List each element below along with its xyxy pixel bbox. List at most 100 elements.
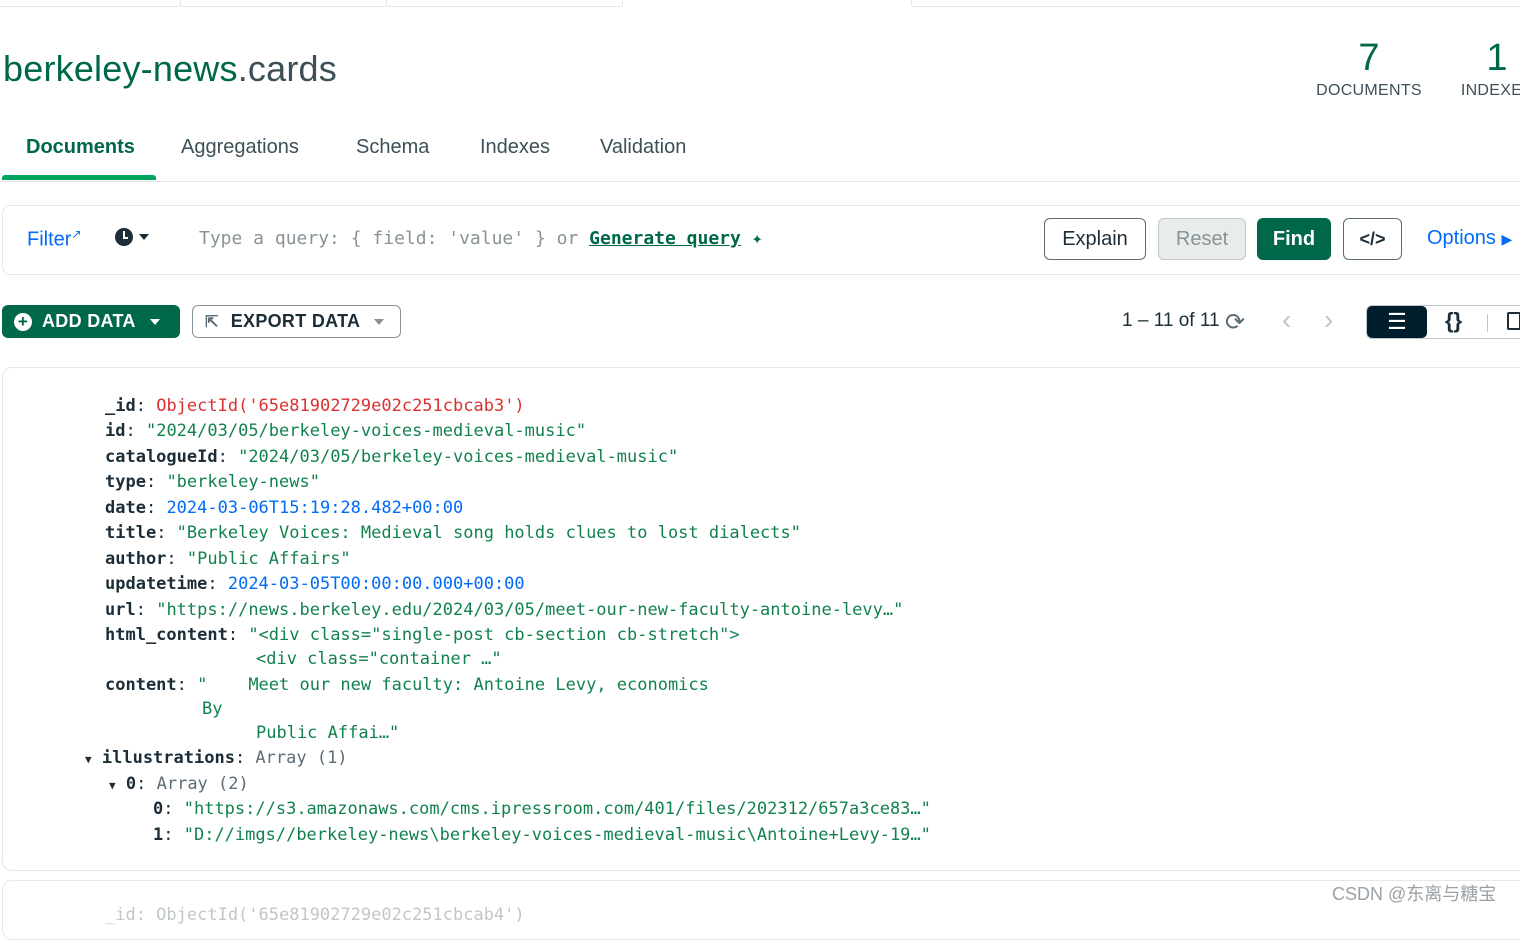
table-view-icon[interactable]	[1507, 312, 1520, 330]
caret-down-icon	[374, 318, 385, 325]
field-key: author	[105, 549, 167, 569]
field-key: url	[105, 600, 136, 620]
field-value[interactable]: " Meet our new faculty: Antoine Levy, ec…	[197, 675, 709, 695]
field-key: 1	[153, 825, 164, 845]
indexes-stat: 1 INDEXES	[1452, 38, 1520, 100]
window-tab[interactable]	[181, 0, 386, 7]
export-data-button[interactable]: ⇱ EXPORT DATA	[192, 305, 401, 338]
field-key: date	[105, 498, 146, 518]
field-row: catalogueId: "2024/03/05/berkeley-voices…	[105, 447, 679, 467]
field-value[interactable]: ObjectId('65e81902729e02c251cbcab3')	[156, 396, 524, 416]
caret-down-icon[interactable]: ▼	[85, 753, 92, 766]
database-name: berkeley-news	[3, 48, 238, 89]
field-value[interactable]: "2024/03/05/berkeley-voices-medieval-mus…	[238, 447, 678, 467]
field-value[interactable]: "<div class="single-post cb-section cb-s…	[248, 625, 739, 645]
field-row: ▼ illustrations: Array (1)	[85, 748, 348, 768]
field-row: content: " Meet our new faculty: Antoine…	[105, 675, 709, 695]
pagination-text: 1 – 11 of 11	[1122, 310, 1220, 331]
code-icon[interactable]: </>	[1343, 218, 1402, 260]
window-tab[interactable]	[0, 0, 180, 7]
field-row: author: "Public Affairs"	[105, 549, 351, 569]
tab-indexes[interactable]: Indexes	[480, 136, 550, 159]
reset-button[interactable]: Reset	[1158, 218, 1246, 260]
document-card: _id: ObjectId('65e81902729e02c251cbcab3'…	[2, 367, 1520, 871]
json-view-icon[interactable]: {}	[1445, 308, 1462, 334]
clock-icon	[115, 228, 133, 246]
document-peek: _id: ObjectId('65e81902729e02c251cbcab4'…	[105, 905, 525, 925]
field-value-continuation: Public Affai…"	[256, 723, 400, 743]
collection-tabs: Documents Aggregations Schema Indexes Va…	[0, 122, 1520, 182]
field-value[interactable]: "Public Affairs"	[187, 549, 351, 569]
window-tab-strip	[0, 0, 1520, 7]
window-tab[interactable]	[912, 0, 1520, 7]
field-row: updatetime: 2024-03-05T00:00:00.000+00:0…	[105, 574, 525, 594]
view-toggle: ☰ {}	[1366, 305, 1520, 339]
field-type: Array (2)	[156, 774, 249, 794]
caret-down-icon[interactable]: ▼	[109, 779, 116, 792]
documents-stat: 7 DOCUMENTS	[1314, 38, 1424, 100]
filter-link[interactable]: Filter↗	[27, 227, 82, 252]
export-data-label: EXPORT DATA	[230, 311, 361, 331]
field-row: 1: "D://imgs//berkeley-news\berkeley-voi…	[153, 825, 931, 845]
field-key: content	[105, 675, 177, 695]
field-row: type: "berkeley-news"	[105, 472, 320, 492]
tab-schema[interactable]: Schema	[356, 136, 429, 159]
refresh-icon[interactable]: ⟳	[1225, 308, 1245, 337]
field-value-continuation: <div class="container …"	[256, 649, 502, 669]
caret-right-icon: ▶	[1501, 231, 1513, 247]
documents-label: DOCUMENTS	[1316, 82, 1422, 99]
plus-circle-icon: +	[14, 312, 32, 331]
list-view-icon[interactable]: ☰	[1367, 306, 1427, 338]
sparkle-icon: ✦	[751, 228, 763, 249]
add-data-button[interactable]: + ADD DATA	[2, 305, 180, 338]
field-key: 0	[125, 774, 137, 794]
add-data-label: ADD DATA	[42, 311, 136, 331]
options-toggle[interactable]: Options ▶	[1427, 227, 1512, 250]
options-label: Options	[1427, 227, 1496, 249]
field-value[interactable]: "berkeley-news"	[166, 472, 320, 492]
field-key: _id	[105, 396, 136, 416]
filter-label: Filter	[27, 228, 72, 251]
caret-down-icon	[139, 234, 149, 240]
field-row: _id: ObjectId('65e81902729e02c251cbcab3'…	[105, 396, 525, 416]
field-row: ▼ 0: Array (2)	[109, 774, 249, 794]
field-value[interactable]: "Berkeley Voices: Medieval song holds cl…	[177, 523, 801, 543]
field-value[interactable]: "2024/03/05/berkeley-voices-medieval-mus…	[146, 421, 586, 441]
tab-aggregations[interactable]: Aggregations	[181, 136, 299, 159]
field-key: type	[105, 472, 146, 492]
field-row: id: "2024/03/05/berkeley-voices-medieval…	[105, 421, 587, 441]
field-value[interactable]: 2024-03-06T15:19:28.482+00:00	[166, 498, 463, 518]
field-row: html_content: "<div class="single-post c…	[105, 625, 740, 645]
field-row: date: 2024-03-06T15:19:28.482+00:00	[105, 498, 464, 518]
indexes-label: INDEXES	[1460, 82, 1520, 99]
field-type: Array (1)	[255, 748, 348, 768]
field-value[interactable]: "D://imgs//berkeley-news\berkeley-voices…	[184, 825, 931, 845]
explain-button[interactable]: Explain	[1044, 218, 1146, 260]
field-key: 0	[153, 799, 164, 819]
tab-documents[interactable]: Documents	[26, 136, 135, 159]
query-input[interactable]: Type a query: { field: 'value' } or Gene…	[199, 228, 763, 249]
caret-down-icon	[149, 318, 160, 325]
field-row: 0: "https://s3.amazonaws.com/cms.ipressr…	[153, 799, 931, 819]
generate-query-link[interactable]: Generate query	[589, 228, 741, 249]
find-button[interactable]: Find	[1257, 218, 1331, 260]
chevron-left-icon[interactable]: ‹	[1282, 304, 1291, 336]
field-row: url: "https://news.berkeley.edu/2024/03/…	[105, 600, 904, 620]
active-tab-indicator	[2, 175, 156, 180]
field-key: id	[105, 421, 126, 441]
field-key: html_content	[105, 625, 228, 645]
field-row: title: "Berkeley Voices: Medieval song h…	[105, 523, 801, 543]
field-key: title	[105, 523, 157, 543]
tab-validation[interactable]: Validation	[600, 136, 686, 159]
query-history-button[interactable]	[115, 228, 149, 246]
field-value[interactable]: "https://s3.amazonaws.com/cms.ipressroom…	[184, 799, 931, 819]
namespace-title: berkeley-news.cards	[3, 48, 337, 90]
watermark: CSDN @东离与糖宝	[1332, 884, 1497, 904]
chevron-right-icon[interactable]: ›	[1324, 304, 1333, 336]
indexes-count: 1	[1486, 37, 1508, 79]
field-value[interactable]: "https://news.berkeley.edu/2024/03/05/me…	[156, 600, 903, 620]
field-value[interactable]: 2024-03-05T00:00:00.000+00:00	[228, 574, 525, 594]
tab-divider	[622, 0, 623, 6]
window-tab[interactable]	[387, 0, 622, 7]
external-link-icon: ↗	[71, 227, 82, 241]
